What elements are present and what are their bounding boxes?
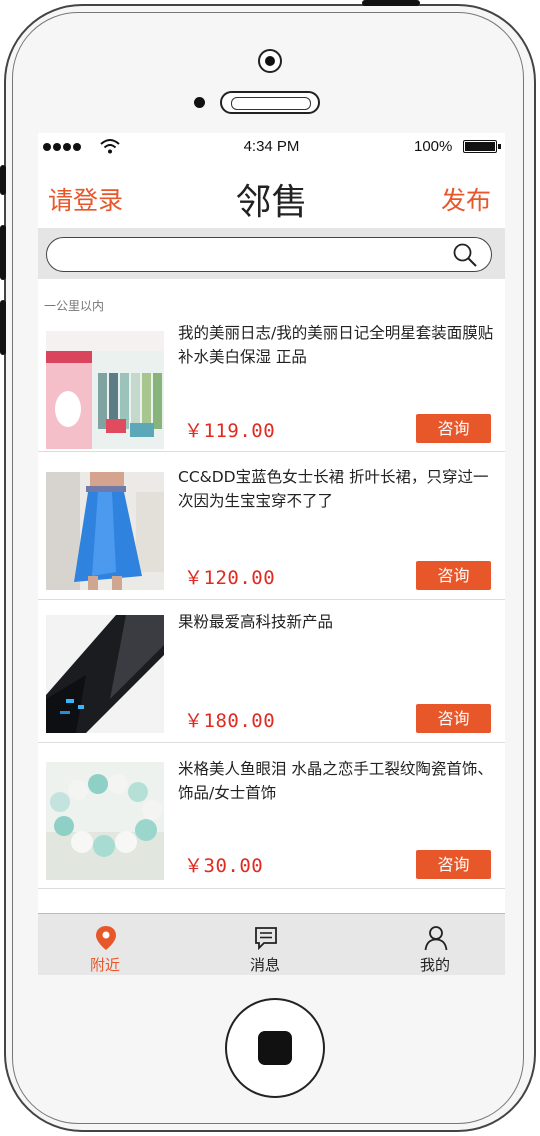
product-item[interactable]: 果粉最爱高科技新产品 ￥180.00 咨询	[38, 600, 505, 743]
bead-bracelet-image	[46, 762, 164, 880]
mute-switch	[0, 165, 6, 195]
tab-label: 消息	[249, 956, 280, 974]
product-price: ￥120.00	[184, 567, 276, 589]
search-bar	[38, 228, 505, 279]
search-icon[interactable]	[452, 242, 478, 268]
status-bar: 4:34 PM 100%	[38, 133, 505, 161]
face-mask-box-image	[46, 331, 164, 449]
product-item[interactable]: 我的美丽日志/我的美丽日记全明星套装面膜贴补水美白保湿 正品 ￥119.00 咨…	[38, 313, 505, 452]
product-title: 我的美丽日志/我的美丽日记全明星套装面膜贴补水美白保湿 正品	[178, 324, 494, 366]
navigation-bar: 请登录 邻售 发布	[38, 161, 505, 227]
volume-up-button	[0, 225, 6, 280]
search-input[interactable]	[46, 237, 492, 272]
product-item[interactable]: CC&DD宝蓝色女士长裙 折叶长裙，只穿过一次因为生宝宝穿不了了 ￥120.00…	[38, 453, 505, 600]
tab-profile[interactable]: 我的	[375, 914, 495, 975]
product-price: ￥119.00	[184, 420, 276, 442]
product-title: CC&DD宝蓝色女士长裙 折叶长裙，只穿过一次因为生宝宝穿不了了	[178, 468, 489, 510]
user-icon	[424, 926, 448, 951]
app-screen: 4:34 PM 100% 请登录 邻售 发布 一公里以内 我的美丽日志/我的美丽…	[38, 133, 505, 975]
product-title: 果粉最爱高科技新产品	[178, 613, 334, 631]
product-item[interactable]: 米格美人鱼眼泪 水晶之恋手工裂纹陶瓷首饰、饰品/女士首饰 ￥30.00 咨询	[38, 743, 505, 889]
message-icon	[255, 927, 277, 951]
earpiece-speaker	[220, 91, 320, 114]
distance-section-label: 一公里以内	[44, 299, 105, 313]
location-pin-icon	[96, 926, 116, 950]
product-price: ￥180.00	[184, 710, 276, 732]
tab-messages[interactable]: 消息	[205, 914, 325, 975]
page-title: 邻售	[235, 182, 308, 223]
proximity-sensor	[194, 97, 205, 108]
publish-link[interactable]: 发布	[441, 181, 491, 217]
consult-button[interactable]: 咨询	[416, 704, 491, 733]
consult-button[interactable]: 咨询	[416, 850, 491, 879]
battery-icon	[463, 140, 501, 153]
power-button	[362, 0, 420, 6]
product-title: 米格美人鱼眼泪 水晶之恋手工裂纹陶瓷首饰、饰品/女士首饰	[178, 760, 493, 802]
tab-label: 我的	[419, 956, 450, 974]
tab-nearby[interactable]: 附近	[45, 914, 165, 975]
tech-gadget-image	[46, 615, 164, 733]
blue-skirt-image	[46, 472, 164, 590]
home-button[interactable]	[225, 998, 325, 1098]
bottom-tab-bar: 附近 消息 我的	[38, 913, 505, 975]
consult-button[interactable]: 咨询	[416, 414, 491, 443]
volume-down-button	[0, 300, 6, 355]
product-price: ￥30.00	[184, 855, 264, 877]
battery-percentage: 100%	[414, 138, 453, 155]
front-camera	[258, 49, 282, 73]
consult-button[interactable]: 咨询	[416, 561, 491, 590]
tab-label: 附近	[89, 956, 120, 974]
